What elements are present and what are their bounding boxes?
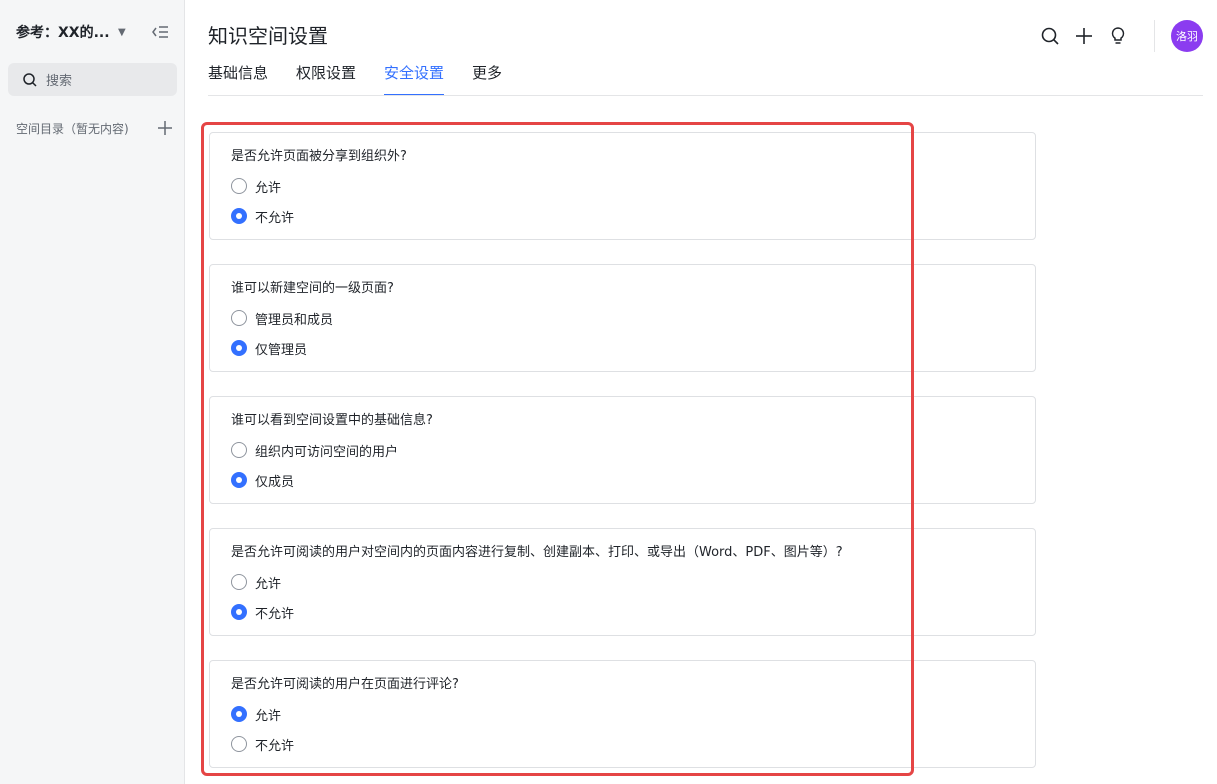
tabs-divider: [208, 95, 1203, 96]
radio-button[interactable]: [231, 340, 247, 356]
security-settings-list: 是否允许页面被分享到组织外? 允许 不允许 谁可以新建空间的一级页面? 管理员和…: [209, 132, 1036, 784]
radio-label: 允许: [255, 576, 282, 592]
radio-button[interactable]: [231, 706, 247, 722]
setting-question: 谁可以新建空间的一级页面?: [231, 281, 394, 296]
radio-label: 组织内可访问空间的用户: [255, 444, 399, 460]
header-divider: [1154, 20, 1155, 52]
radio-label: 管理员和成员: [255, 312, 334, 328]
radio-button[interactable]: [231, 736, 247, 752]
radio-button[interactable]: [231, 472, 247, 488]
setting-card-view-basic-info: 谁可以看到空间设置中的基础信息? 组织内可访问空间的用户 仅成员: [209, 396, 1036, 504]
search-placeholder: 搜索: [46, 74, 73, 89]
sidebar: 参考：XX的... ▼ 搜索 空间目录（暂无内容): [0, 0, 185, 784]
radio-label: 不允许: [255, 210, 295, 226]
add-page-icon[interactable]: [156, 119, 174, 137]
radio-option-org-users[interactable]: 组织内可访问空间的用户: [231, 439, 1035, 461]
header-actions: 洛羽: [1038, 20, 1203, 52]
tab-security[interactable]: 安全设置: [384, 60, 445, 96]
radio-label: 不允许: [255, 606, 295, 622]
setting-question: 是否允许页面被分享到组织外?: [231, 149, 407, 164]
collapse-sidebar-icon[interactable]: [150, 22, 170, 42]
radio-option-deny[interactable]: 不允许: [231, 601, 1035, 623]
space-name: 参考：XX的...: [16, 25, 110, 41]
add-icon[interactable]: [1072, 24, 1096, 48]
radio-button[interactable]: [231, 208, 247, 224]
radio-option-deny[interactable]: 不允许: [231, 205, 1035, 227]
setting-question: 是否允许可阅读的用户在页面进行评论?: [231, 677, 459, 692]
tab-permissions[interactable]: 权限设置: [296, 60, 356, 96]
search-input[interactable]: 搜索: [8, 63, 177, 96]
avatar[interactable]: 洛羽: [1171, 20, 1203, 52]
setting-question: 谁可以看到空间设置中的基础信息?: [231, 413, 433, 428]
radio-label: 不允许: [255, 738, 295, 754]
radio-option-admins-and-members[interactable]: 管理员和成员: [231, 307, 1035, 329]
radio-label: 允许: [255, 180, 282, 196]
space-directory-row: 空间目录（暂无内容): [16, 119, 174, 137]
setting-card-copy-export: 是否允许可阅读的用户对空间内的页面内容进行复制、创建副本、打印、或导出（Word…: [209, 528, 1036, 636]
radio-button[interactable]: [231, 574, 247, 590]
radio-option-allow[interactable]: 允许: [231, 703, 1035, 725]
tab-basic-info[interactable]: 基础信息: [208, 60, 268, 96]
radio-button[interactable]: [231, 604, 247, 620]
radio-button[interactable]: [231, 178, 247, 194]
setting-question: 是否允许可阅读的用户对空间内的页面内容进行复制、创建副本、打印、或导出（Word…: [231, 545, 843, 560]
radio-option-allow[interactable]: 允许: [231, 175, 1035, 197]
radio-label: 允许: [255, 708, 282, 724]
radio-button[interactable]: [231, 310, 247, 326]
search-icon[interactable]: [1038, 24, 1062, 48]
page-title: 知识空间设置: [208, 24, 328, 48]
space-switcher[interactable]: 参考：XX的... ▼: [16, 22, 126, 42]
setting-card-comments: 是否允许可阅读的用户在页面进行评论? 允许 不允许: [209, 660, 1036, 768]
radio-option-admins-only[interactable]: 仅管理员: [231, 337, 1035, 359]
search-icon: [23, 72, 37, 87]
radio-button[interactable]: [231, 442, 247, 458]
radio-label: 仅管理员: [255, 342, 308, 358]
setting-card-create-top-page: 谁可以新建空间的一级页面? 管理员和成员 仅管理员: [209, 264, 1036, 372]
radio-option-deny[interactable]: 不允许: [231, 733, 1035, 755]
radio-option-allow[interactable]: 允许: [231, 571, 1035, 593]
lightbulb-icon[interactable]: [1106, 24, 1130, 48]
settings-tabs: 基础信息 权限设置 安全设置 更多: [208, 60, 530, 96]
tab-more[interactable]: 更多: [472, 60, 502, 96]
directory-label: 空间目录（暂无内容): [16, 121, 129, 136]
setting-card-share-outside: 是否允许页面被分享到组织外? 允许 不允许: [209, 132, 1036, 240]
radio-option-members-only[interactable]: 仅成员: [231, 469, 1035, 491]
radio-label: 仅成员: [255, 474, 295, 490]
caret-down-icon: ▼: [118, 26, 126, 38]
